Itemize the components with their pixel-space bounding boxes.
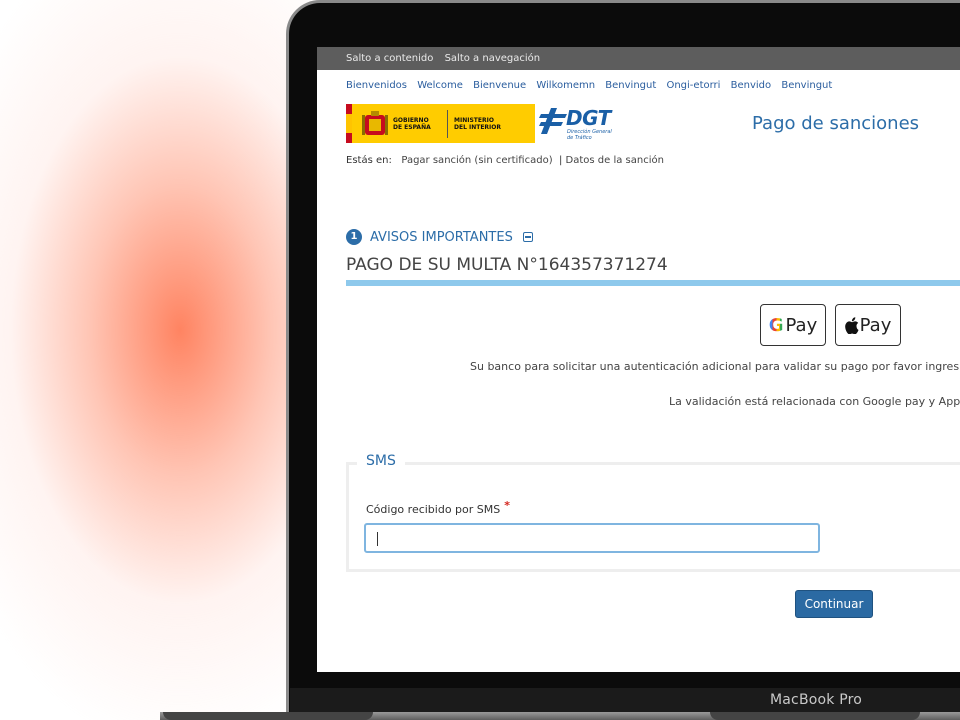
required-asterisk: * [504,499,511,512]
lang-link[interactable]: Benvingut [605,80,656,91]
collapse-icon[interactable] [522,232,533,242]
apple-icon [844,316,859,334]
skip-to-navigation-link[interactable]: Salto a navegación [445,53,541,64]
apple-pay-button[interactable]: Pay [835,304,901,346]
lang-link[interactable]: Wilkomemn [536,80,595,91]
skip-links-bar: Salto a contenido Salto a navegación [317,47,960,70]
dgt-wordmark: DGT [566,106,611,130]
continue-button[interactable]: Continuar [795,590,873,618]
laptop-foot-right [710,712,920,720]
breadcrumb-item-datos: Datos de la sanción [565,155,664,166]
gobierno-text: GOBIERNO DE ESPAÑA [393,116,431,131]
breadcrumb-label: Estás en: [346,155,392,166]
google-g-icon: G [768,314,784,336]
lang-link[interactable]: Benvingut [781,80,832,91]
dgt-emblem-icon [539,108,567,134]
dgt-subtitle: Dirección General de Tráfico [567,129,612,141]
breadcrumb-item-pagar[interactable]: Pagar sanción (sin certificado) [401,155,552,166]
fine-title: PAGO DE SU MULTA N°164357371274 [346,255,668,275]
language-bar: Bienvenidos Welcome Bienvenue Wilkomemn … [346,80,839,91]
apple-pay-label: Pay [859,314,892,336]
text-cursor [377,532,378,546]
breadcrumb: Estás en: Pagar sanción (sin certificado… [346,155,664,166]
lang-link[interactable]: Benvido [731,80,772,91]
laptop-brand-label: MacBook Pro [770,692,863,708]
spain-flag-stripe [346,104,352,143]
lang-link[interactable]: Welcome [417,80,463,91]
gobierno-espana-logo[interactable]: GOBIERNO DE ESPAÑA MINISTERIO DEL INTERI… [346,104,535,143]
sms-fieldset: SMS Código recibido por SMS * [346,453,960,572]
lang-link[interactable]: Ongi-etorri [666,80,720,91]
dgt-logo[interactable]: DGT Dirección General de Tráfico [539,104,619,144]
google-pay-label: Pay [785,314,818,336]
skip-to-content-link[interactable]: Salto a contenido [346,53,433,64]
sms-code-label-text: Código recibido por SMS [366,503,501,516]
sms-code-label: Código recibido por SMS * [366,499,510,516]
ministerio-text: MINISTERIO DEL INTERIOR [454,116,502,131]
laptop-foot-left [163,712,373,720]
sms-code-input[interactable] [364,523,820,553]
step-number-badge: 1 [346,229,362,245]
logo-divider [447,109,448,138]
section-divider-bar [346,280,960,286]
validation-message: La validación está relacionada con Googl… [669,395,960,408]
lang-link[interactable]: Bienvenue [473,80,526,91]
sms-legend: SMS [357,453,405,469]
browser-screen: Salto a contenido Salto a navegación Bie… [317,47,960,672]
coat-of-arms-icon [362,110,388,135]
important-notices-header[interactable]: 1 AVISOS IMPORTANTES [346,229,533,245]
auth-message: Su banco para solicitar una autenticació… [470,360,960,373]
notice-title: AVISOS IMPORTANTES [370,229,513,245]
google-pay-button[interactable]: G Pay [760,304,826,346]
page-title: Pago de sanciones [752,113,920,134]
lang-link[interactable]: Bienvenidos [346,80,407,91]
